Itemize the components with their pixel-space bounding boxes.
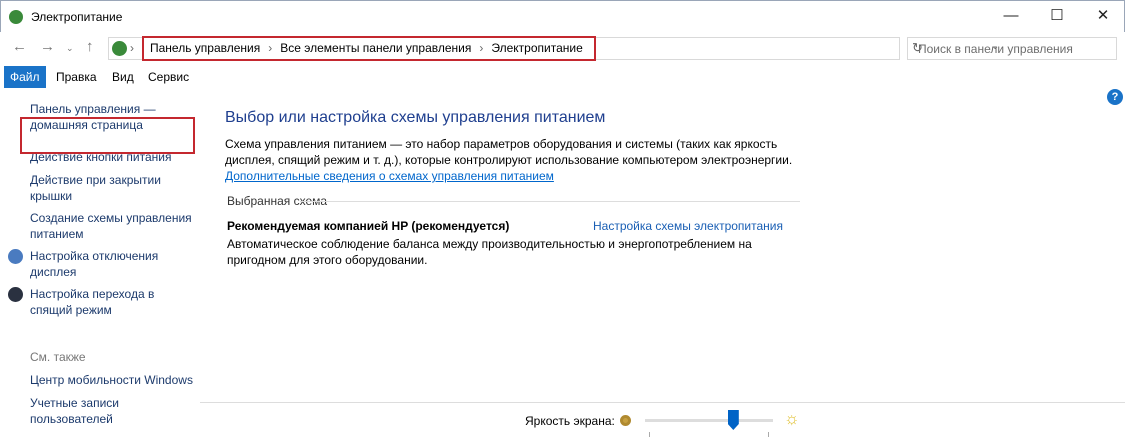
sidebar-link-mobility-center[interactable]: Центр мобильности Windows xyxy=(30,372,200,388)
divider xyxy=(200,402,1125,403)
menu-file[interactable]: Файл xyxy=(4,66,46,88)
window-title: Электропитание xyxy=(31,10,123,24)
slider-tick xyxy=(768,432,769,437)
up-button[interactable]: ↑ xyxy=(86,38,94,55)
recent-locations-button[interactable]: ⌄ xyxy=(66,43,74,54)
description-text: Схема управления питанием — это набор па… xyxy=(225,137,793,167)
close-button[interactable]: ✕ xyxy=(1080,1,1125,31)
sidebar-link-create-plan[interactable]: Создание схемы управления питанием xyxy=(30,210,195,242)
sidebar-link-sleep[interactable]: Настройка перехода в спящий режим xyxy=(30,286,160,318)
divider xyxy=(300,201,800,202)
forward-button[interactable]: → xyxy=(40,38,55,55)
chevron-right-icon: › xyxy=(130,41,134,55)
power-options-icon xyxy=(9,10,23,24)
chevron-right-icon: › xyxy=(479,41,484,55)
menu-edit[interactable]: Правка xyxy=(50,66,103,88)
minimize-button[interactable]: — xyxy=(988,1,1034,31)
brightness-label: Яркость экрана: xyxy=(525,414,615,428)
change-plan-settings-link[interactable]: Настройка схемы электропитания xyxy=(593,219,783,233)
plan-name: Рекомендуемая компанией HP (рекомендуетс… xyxy=(227,219,510,233)
dim-brightness-icon xyxy=(620,415,631,426)
help-button[interactable]: ? xyxy=(1107,89,1123,105)
menu-bar: Файл Правка Вид Сервис xyxy=(0,66,1125,88)
brightness-slider-thumb[interactable] xyxy=(727,410,739,430)
highlight-box xyxy=(20,117,195,154)
breadcrumb-item[interactable]: Панель управления xyxy=(150,41,260,55)
breadcrumb-item[interactable]: Электропитание xyxy=(491,41,582,55)
sidebar-link-user-accounts[interactable]: Учетные записи пользователей xyxy=(30,395,130,427)
menu-view[interactable]: Вид xyxy=(106,66,140,88)
menu-tools[interactable]: Сервис xyxy=(142,66,195,88)
more-info-link[interactable]: Дополнительные сведения о схемах управле… xyxy=(225,169,554,183)
search-input[interactable]: Поиск в панели управления xyxy=(907,37,1117,60)
maximize-button[interactable]: ☐ xyxy=(1034,1,1080,31)
chevron-right-icon: › xyxy=(268,41,273,55)
address-bar[interactable]: › Панель управления › Все элементы панели … xyxy=(108,36,999,61)
plan-description: Автоматическое соблюдение баланса между … xyxy=(227,237,752,267)
breadcrumb: Панель управления › Все элементы панели уп… xyxy=(142,36,596,61)
breadcrumb-item[interactable]: Все элементы панели управления xyxy=(280,41,471,55)
control-panel-icon xyxy=(112,41,127,56)
page-title: Выбор или настройка схемы управления пит… xyxy=(225,109,606,126)
sidebar-link-display-off[interactable]: Настройка отключения дисплея xyxy=(30,248,170,280)
bright-sun-icon: ☼ xyxy=(784,409,800,428)
display-clock-icon xyxy=(8,249,23,264)
brightness-slider[interactable] xyxy=(645,419,773,422)
see-also-label: См. также xyxy=(30,350,86,364)
moon-icon xyxy=(8,287,23,302)
title-bar: Электропитание — ☐ ✕ xyxy=(0,0,1125,32)
slider-tick xyxy=(649,432,650,437)
description: Схема управления питанием — это набор па… xyxy=(225,136,825,184)
back-button[interactable]: ← xyxy=(12,38,27,55)
sidebar-link-lid-close[interactable]: Действие при закрытии крышки xyxy=(30,172,170,204)
